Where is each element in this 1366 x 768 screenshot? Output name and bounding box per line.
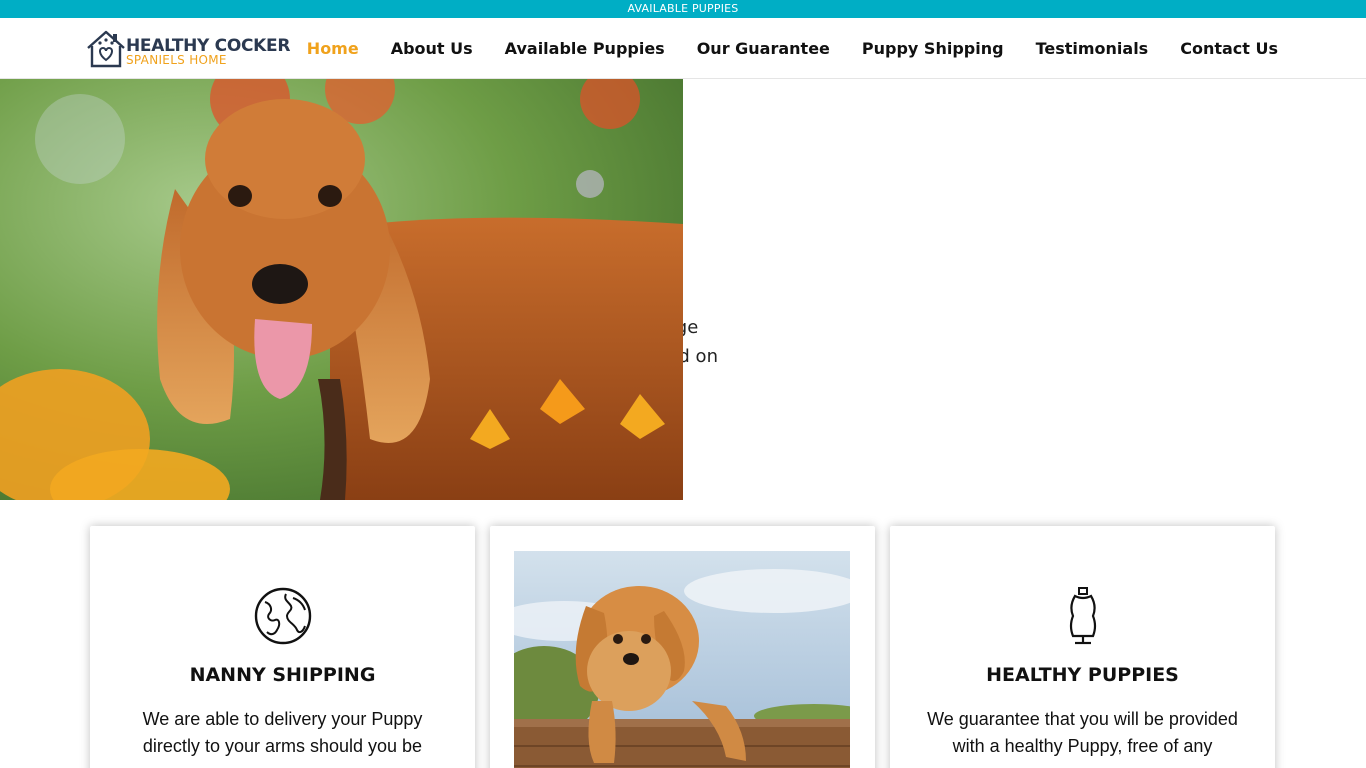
topbar-text[interactable]: AVAILABLE PUPPIES (628, 2, 739, 15)
puppy-illustration (514, 551, 850, 768)
site-logo[interactable]: HEALTHY COCKER SPANIELS HOME (84, 28, 294, 70)
nav-our-guarantee[interactable]: Our Guarantee (681, 39, 846, 58)
top-announcement-bar[interactable]: AVAILABLE PUPPIES (0, 0, 1366, 18)
card-puppy-photo[interactable] (490, 526, 875, 768)
card-nanny-shipping[interactable]: NANNY SHIPPING We are able to delivery y… (90, 526, 475, 768)
logo-subtitle: SPANIELS HOME (126, 53, 227, 67)
card-title: NANNY SHIPPING (189, 664, 376, 686)
nav-about-us[interactable]: About Us (375, 39, 489, 58)
cocker-spaniel-illustration (0, 79, 683, 500)
puppy-on-fence-image (514, 551, 850, 768)
nav-testimonials[interactable]: Testimonials (1020, 39, 1165, 58)
nav-available-puppies[interactable]: Available Puppies (489, 39, 681, 58)
house-heart-icon (87, 30, 125, 68)
globe-icon (254, 587, 312, 645)
card-text: We guarantee that you will be provided w… (927, 709, 1238, 756)
nav-contact-us[interactable]: Contact Us (1164, 39, 1294, 58)
card-title: HEALTHY PUPPIES (986, 664, 1179, 686)
nav-puppy-shipping[interactable]: Puppy Shipping (846, 39, 1020, 58)
main-navigation: Home About Us Available Puppies Our Guar… (291, 18, 1294, 78)
card-text: We are able to delivery your Puppy direc… (142, 709, 423, 756)
hero-dog-image (0, 79, 683, 500)
card-healthy-puppies[interactable]: HEALTHY PUPPIES We guarantee that you wi… (890, 526, 1275, 768)
nav-home[interactable]: Home (291, 39, 375, 58)
dress-form-icon (1069, 587, 1097, 645)
feature-cards: NANNY SHIPPING We are able to delivery y… (90, 526, 1276, 768)
site-header: HEALTHY COCKER SPANIELS HOME Home About … (0, 18, 1366, 79)
